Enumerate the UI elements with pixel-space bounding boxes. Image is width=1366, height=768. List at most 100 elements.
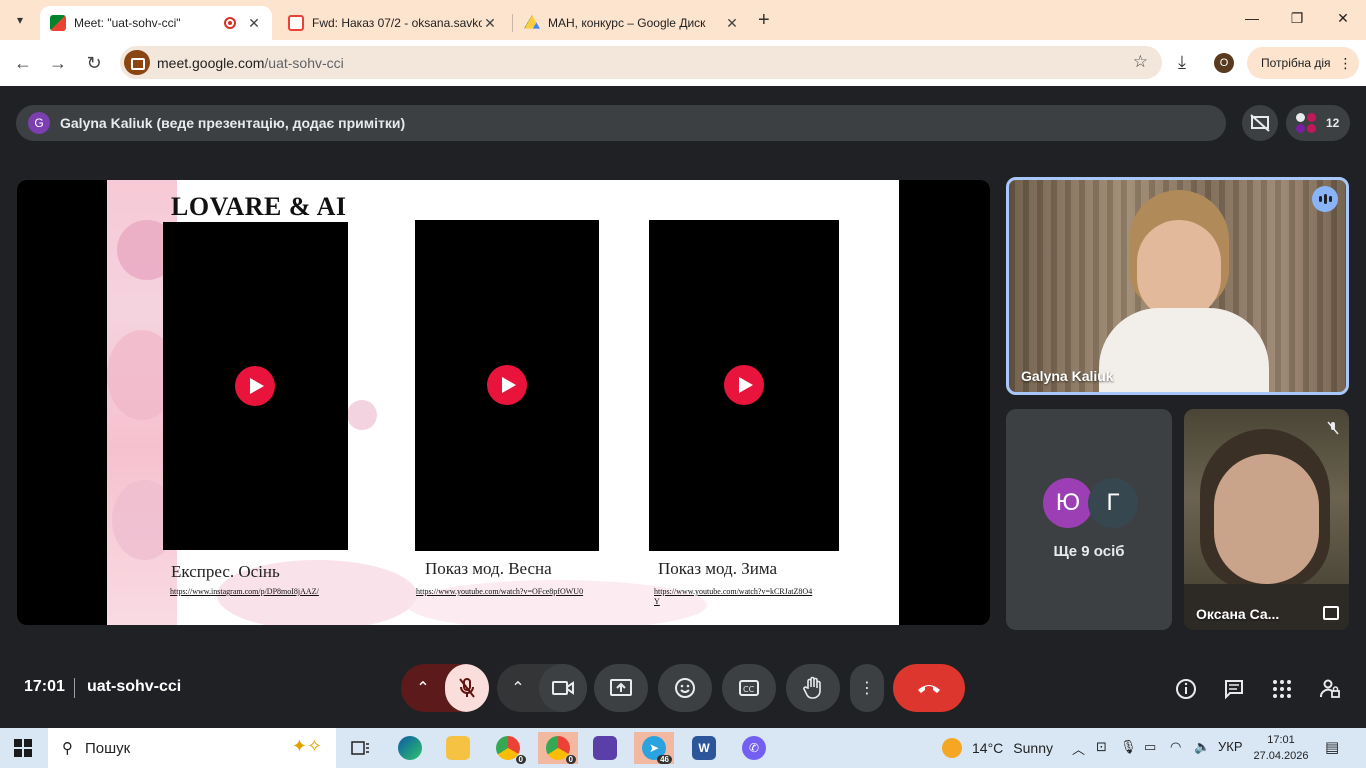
tab-meet[interactable]: Meet: "uat-sohv-cci" ✕ — [40, 6, 272, 40]
weather-temp: 14°C — [972, 740, 1004, 756]
svg-text:CC: CC — [743, 685, 755, 694]
tab-title: Fwd: Наказ 07/2 - oksana.savko — [312, 16, 482, 30]
picture-in-picture-icon[interactable] — [1323, 606, 1339, 620]
forward-button[interactable]: → — [47, 52, 69, 74]
site-info-icon[interactable] — [124, 50, 150, 75]
back-button[interactable]: ← — [12, 52, 34, 74]
tray-overflow-icon[interactable]: ︿ — [1072, 739, 1085, 758]
system-clock[interactable]: 17:01 27.04.2026 — [1253, 732, 1309, 764]
url-text: meet.google.com/uat-sohv-cci — [157, 55, 344, 71]
emoji-reaction-button[interactable] — [658, 664, 712, 712]
participant-tile[interactable]: Оксана Са... — [1184, 409, 1349, 630]
action-required-button[interactable]: Потрібна дія ⋮ — [1247, 47, 1359, 79]
leave-call-button[interactable] — [893, 664, 965, 712]
participant-avatar: Г — [1088, 478, 1138, 528]
windows-start-icon[interactable] — [14, 739, 32, 757]
restore-button[interactable]: ❐ — [1287, 10, 1307, 27]
minimize-button[interactable]: — — [1242, 10, 1262, 26]
play-icon[interactable] — [487, 365, 527, 405]
video-settings-caret-icon[interactable]: ⌃ — [497, 678, 539, 698]
divider — [74, 678, 75, 698]
slide-title: LOVARE & AI — [171, 192, 347, 221]
meeting-time: 17:01 — [24, 678, 65, 695]
word-icon[interactable]: W — [684, 732, 724, 764]
video-link-3[interactable]: https://www.youtube.com/watch?v=kCRJatZ8… — [654, 587, 816, 607]
meeting-details-icon[interactable] — [1173, 676, 1199, 702]
chrome-profile-icon[interactable]: 0 — [538, 732, 578, 764]
host-controls-icon[interactable] — [1317, 676, 1343, 702]
participant-tile-speaking[interactable]: Galyna Kaliuk — [1006, 177, 1349, 395]
google-meet-icon — [50, 15, 66, 31]
battery-icon[interactable]: ▭ — [1144, 739, 1156, 755]
raise-hand-button[interactable] — [786, 664, 840, 712]
volume-icon[interactable]: 🔈 — [1194, 739, 1210, 755]
participant-avatars-icon — [1296, 113, 1316, 133]
close-tab-icon[interactable]: ✕ — [482, 15, 498, 32]
muted-mic-icon — [1327, 421, 1339, 438]
floral-decoration — [347, 400, 377, 430]
tab-title: Meet: "uat-sohv-cci" — [74, 16, 181, 30]
action-required-label: Потрібна дія — [1261, 56, 1331, 70]
close-window-button[interactable]: ✕ — [1333, 10, 1353, 27]
mic-off-button[interactable] — [445, 664, 489, 712]
viber-icon[interactable]: ✆ — [734, 732, 774, 764]
video-link-1[interactable]: https://www.instagram.com/p/DP8moI8jAAZ/ — [170, 587, 342, 597]
meeting-code: uat-sohv-cci — [87, 678, 182, 695]
participant-avatar: Ю — [1043, 478, 1093, 528]
captions-button[interactable]: CC — [722, 664, 776, 712]
play-icon[interactable] — [235, 366, 275, 406]
close-tab-icon[interactable]: ✕ — [246, 15, 262, 32]
participant-face — [1137, 220, 1221, 320]
close-tab-icon[interactable]: ✕ — [724, 15, 740, 32]
participant-count: 12 — [1326, 116, 1340, 130]
new-tab-button[interactable]: + — [758, 9, 770, 32]
video-embed-1[interactable] — [163, 222, 348, 550]
wifi-icon[interactable]: ◠ — [1170, 739, 1181, 755]
meet-tray-icon[interactable]: ⊡ — [1096, 739, 1107, 755]
chrome-icon[interactable]: 0 — [488, 732, 528, 764]
taskbar-search[interactable]: ⚲ Пошук ✦✧ — [48, 728, 336, 768]
tab-gmail[interactable]: Fwd: Наказ 07/2 - oksana.savko ✕ — [278, 6, 508, 40]
video-embed-2[interactable] — [415, 220, 599, 551]
video-embed-3[interactable] — [649, 220, 839, 551]
more-vert-icon: ⋮ — [1338, 54, 1353, 71]
weather-widget[interactable]: 14°C Sunny — [942, 738, 1053, 758]
telegram-icon[interactable]: ➤ 46 — [634, 732, 674, 764]
camera-button[interactable] — [539, 664, 587, 712]
play-icon[interactable] — [724, 365, 764, 405]
more-options-button[interactable]: ⋮ — [850, 664, 884, 712]
others-tile[interactable]: Ю Г Ще 9 осіб — [1006, 409, 1172, 630]
stop-presenting-icon[interactable] — [1242, 105, 1278, 141]
present-now-button[interactable] — [594, 664, 648, 712]
presentation-stage: LOVARE & AI Експрес. Осінь Показ мод. Ве… — [17, 180, 990, 625]
chat-icon[interactable] — [1221, 676, 1247, 702]
language-indicator[interactable]: УКР — [1218, 739, 1243, 754]
video-link-2[interactable]: https://www.youtube.com/watch?v=OFce8pfO… — [416, 587, 586, 597]
participants-button[interactable]: 12 — [1286, 105, 1350, 141]
edge-icon[interactable] — [390, 732, 430, 764]
activities-icon[interactable] — [1269, 676, 1295, 702]
google-drive-icon — [524, 15, 540, 29]
presenter-banner: G Galyna Kaliuk (веде презентацію, додає… — [16, 105, 1226, 141]
audio-settings-caret-icon[interactable]: ⌃ — [401, 664, 445, 712]
microphone-tray-icon[interactable]: 🎙 — [1120, 739, 1137, 755]
meet-window: G Galyna Kaliuk (веде презентацію, додає… — [0, 86, 1366, 728]
profile-avatar[interactable]: O — [1214, 53, 1234, 73]
video-caption-1: Експрес. Осінь — [171, 562, 280, 581]
download-icon[interactable]: ⤓ — [1178, 52, 1186, 73]
save-icon[interactable] — [585, 732, 625, 764]
address-bar[interactable]: meet.google.com/uat-sohv-cci ☆ — [120, 46, 1162, 79]
tab-search-button[interactable]: ▾ — [8, 8, 32, 32]
file-explorer-icon[interactable] — [438, 732, 478, 764]
notification-icon[interactable]: ▤ — [1325, 738, 1339, 756]
recording-icon — [224, 17, 236, 29]
sparkle-icon: ✦✧ — [291, 736, 322, 756]
camera-controls: ⌃ — [497, 664, 587, 712]
tab-google-drive[interactable]: МАН, конкурс – Google Диск ✕ — [514, 6, 750, 40]
reload-button[interactable]: ↻ — [83, 52, 105, 74]
presentation-slide: LOVARE & AI Експрес. Осінь Показ мод. Ве… — [107, 180, 899, 625]
browser-tab-bar: ▾ Meet: "uat-sohv-cci" ✕ Fwd: Наказ 07/2… — [0, 0, 1366, 40]
presenter-avatar: G — [28, 112, 50, 134]
bookmark-star-icon[interactable]: ☆ — [1133, 52, 1148, 72]
task-view-icon[interactable] — [340, 732, 380, 764]
